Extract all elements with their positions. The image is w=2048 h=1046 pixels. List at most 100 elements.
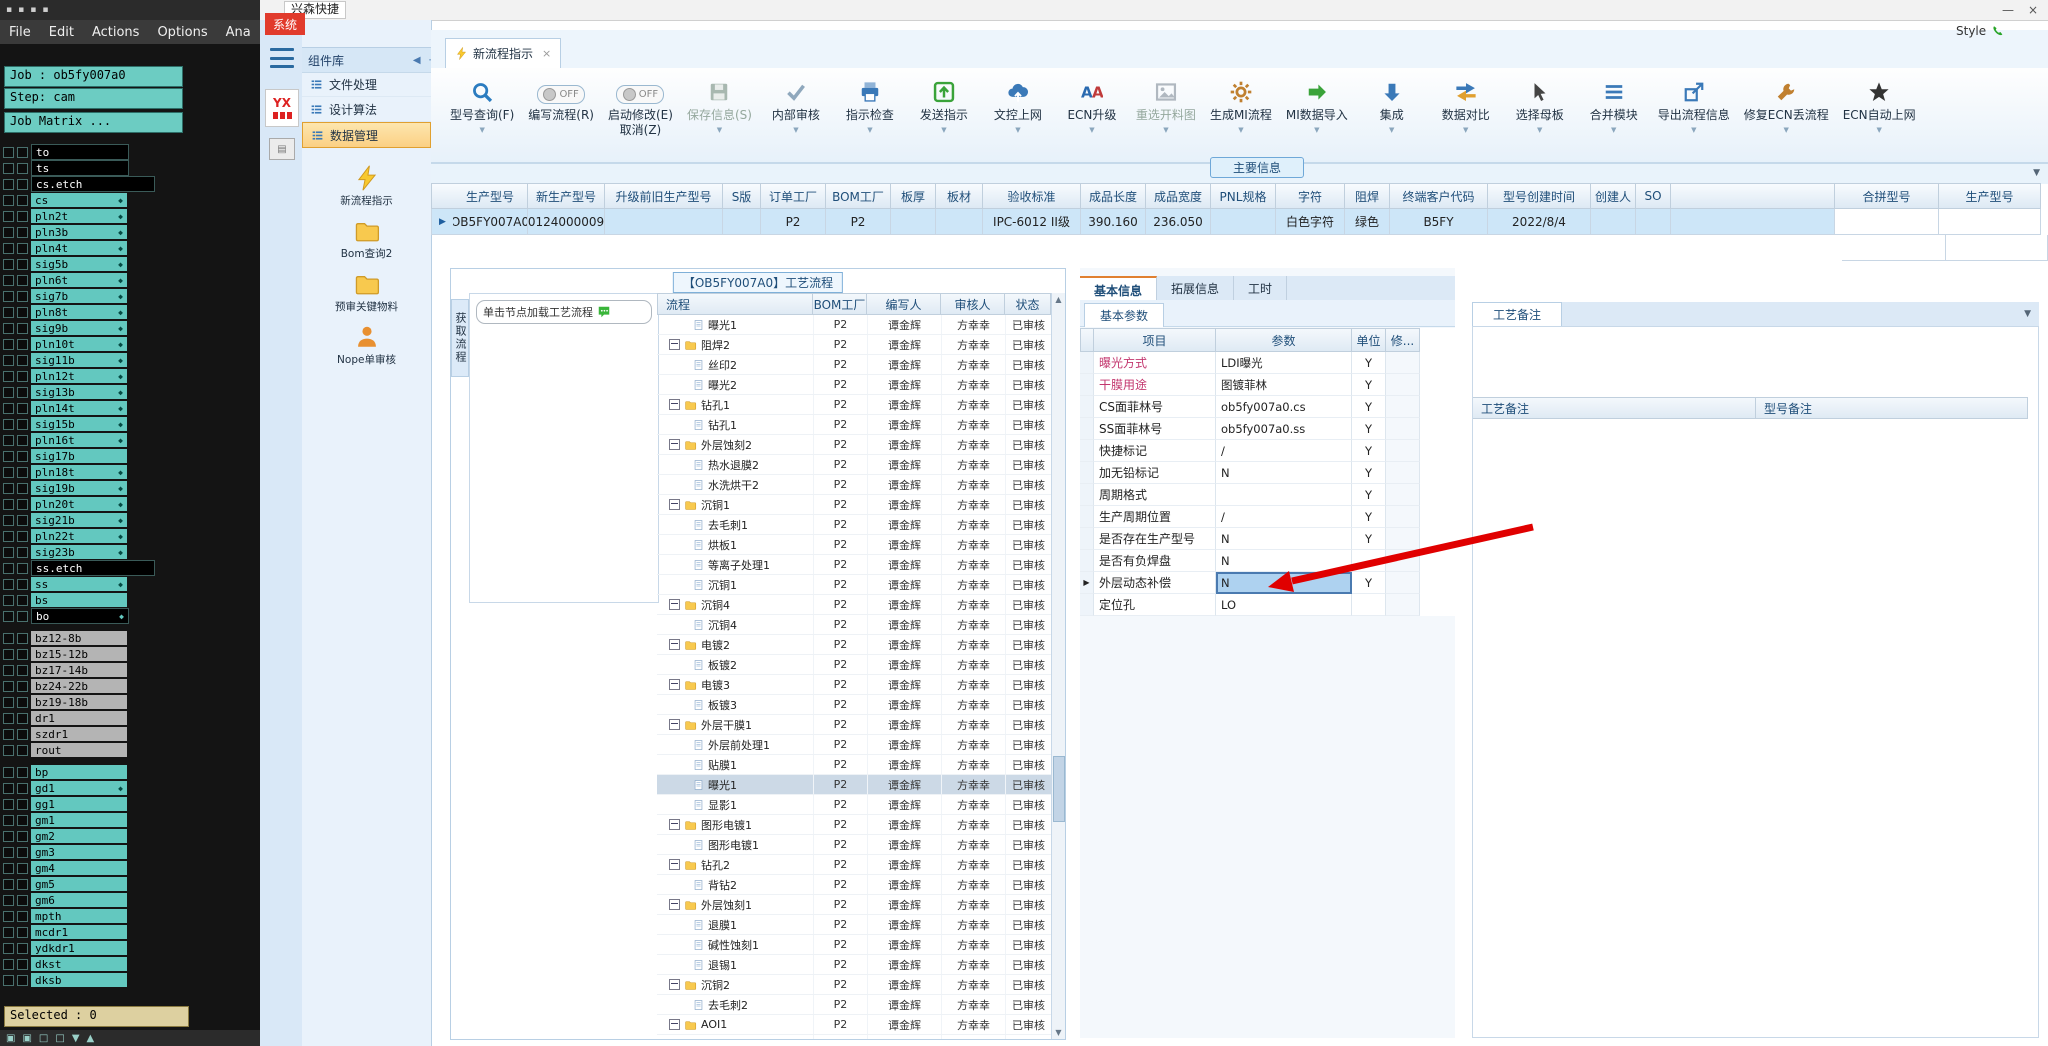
dropdown-arrow-icon[interactable]: ▼ — [1238, 126, 1243, 134]
layer-select-box[interactable] — [3, 814, 14, 826]
cam-menu-actions[interactable]: Actions — [83, 25, 149, 40]
column-header[interactable]: 生产型号 — [1939, 183, 2041, 209]
tree-row[interactable]: 等离子处理1 P2 谭金辉 方幸幸 已审核 — [657, 555, 1051, 575]
statusbar-icon[interactable]: ▼ — [72, 1033, 80, 1044]
cell[interactable]: 2022/8/4 — [1488, 209, 1591, 235]
tree-node[interactable]: 板镀3 — [657, 695, 813, 714]
dropdown-arrow-icon[interactable]: ▼ — [1463, 126, 1468, 134]
layer-visible-box[interactable] — [17, 594, 28, 606]
param-value[interactable]: LO — [1216, 594, 1352, 616]
layer-visible-box[interactable] — [17, 434, 28, 446]
tree-row[interactable]: 曝光2 P2 谭金辉 方幸幸 已审核 — [657, 375, 1051, 395]
toolbar-button[interactable]: 集成 ▼ — [1355, 74, 1429, 136]
off-toggle[interactable]: OFF — [537, 84, 586, 104]
tree-node[interactable]: 阻焊2 — [657, 335, 813, 354]
tree-row[interactable]: 丝印2 P2 谭金辉 方幸幸 已审核 — [657, 355, 1051, 375]
minimize-icon[interactable]: — — [2002, 3, 2014, 17]
layer-row[interactable]: bz19-18b — [0, 694, 260, 710]
layer-row[interactable]: bz12-8b — [0, 630, 260, 646]
tree-node[interactable]: 外层蚀刻1 — [657, 895, 813, 914]
tree-node[interactable]: 板镀2 — [657, 655, 813, 674]
cell[interactable]: 236.050 — [1146, 209, 1211, 235]
column-header[interactable]: S版 — [723, 183, 761, 209]
dropdown-arrow-icon[interactable]: ▼ — [1015, 126, 1020, 134]
tree-node[interactable]: 沉铜1 — [657, 575, 813, 594]
layer-select-box[interactable] — [3, 894, 14, 906]
layer-select-box[interactable] — [3, 290, 14, 302]
layer-select-box[interactable] — [3, 664, 14, 676]
layer-row[interactable]: bp — [0, 764, 260, 780]
column-header[interactable]: 生产型号 — [453, 183, 528, 209]
layer-select-box[interactable] — [3, 162, 14, 174]
layer-row[interactable]: bs — [0, 592, 260, 608]
layer-row[interactable]: bz15-12b — [0, 646, 260, 662]
collapse-box-icon[interactable] — [669, 1019, 680, 1030]
layer-row[interactable]: pln8t ◆ — [0, 304, 260, 320]
layer-visible-box[interactable] — [17, 894, 28, 906]
layer-select-box[interactable] — [3, 418, 14, 430]
layer-visible-box[interactable] — [17, 728, 28, 740]
tree-node[interactable]: 曝光2 — [657, 375, 813, 394]
toolbar-button[interactable]: 型号查询(F) ▼ — [443, 74, 521, 136]
cell[interactable]: B5FY — [1390, 209, 1488, 235]
layer-select-box[interactable] — [3, 498, 14, 510]
param-value[interactable]: N — [1216, 528, 1352, 550]
dropdown-arrow-icon[interactable]: ▼ — [867, 126, 872, 134]
hamburger-menu-icon[interactable] — [270, 48, 294, 68]
layer-visible-box[interactable] — [17, 562, 28, 574]
notes-column-header[interactable]: 型号备注 — [1756, 397, 2028, 419]
collapse-box-icon[interactable] — [669, 599, 680, 610]
collapse-box-icon[interactable] — [669, 679, 680, 690]
param-row[interactable]: ▶ 外层动态补偿 N Y — [1080, 572, 1455, 594]
collapse-box-icon[interactable] — [669, 859, 680, 870]
tree-node[interactable]: 外层前处理1 — [657, 735, 813, 754]
layer-visible-box[interactable] — [17, 648, 28, 660]
scroll-down-icon[interactable]: ▼ — [1052, 1026, 1065, 1039]
tree-node[interactable]: 沉铜2 — [657, 975, 813, 994]
layer-visible-box[interactable] — [17, 482, 28, 494]
layer-select-box[interactable] — [3, 782, 14, 794]
layer-select-box[interactable] — [3, 514, 14, 526]
layer-row[interactable]: pln12t ◆ — [0, 368, 260, 384]
tree-node[interactable]: 钻孔1 — [657, 415, 813, 434]
tree-row[interactable]: 外层干膜1 P2 谭金辉 方幸幸 已审核 — [657, 715, 1051, 735]
collapse-box-icon[interactable] — [669, 499, 680, 510]
toolbar-button[interactable]: 指示检查 ▼ — [833, 74, 907, 136]
tree-row[interactable]: AOI1 P2 谭金辉 方幸幸 已审核 — [657, 1015, 1051, 1035]
scrollbar-thumb[interactable] — [1053, 755, 1065, 822]
toolbar-button[interactable]: 选择母板 ▼ — [1503, 74, 1577, 136]
tree-row[interactable]: 退膜1 P2 谭金辉 方幸幸 已审核 — [657, 915, 1051, 935]
column-header[interactable]: 升级前旧生产型号 — [605, 183, 723, 209]
tree-node[interactable]: 外层AOI1 — [657, 1035, 813, 1040]
tree-row[interactable]: 背钻2 P2 谭金辉 方幸幸 已审核 — [657, 875, 1051, 895]
layer-row[interactable]: gm2 — [0, 828, 260, 844]
layer-select-box[interactable] — [3, 242, 14, 254]
toolbar-button[interactable]: 修复ECN丢流程 ▼ — [1737, 74, 1836, 136]
layer-visible-box[interactable] — [17, 814, 28, 826]
tree-row[interactable]: 贴膜1 P2 谭金辉 方幸幸 已审核 — [657, 755, 1051, 775]
system-tab[interactable]: 系统 — [265, 13, 305, 35]
column-header[interactable] — [1671, 183, 1835, 209]
param-row[interactable]: 是否存在生产型号 N Y — [1080, 528, 1455, 550]
layer-row[interactable]: pln10t ◆ — [0, 336, 260, 352]
param-row[interactable]: 生产周期位置 / Y — [1080, 506, 1455, 528]
param-row[interactable]: 定位孔 LO — [1080, 594, 1455, 616]
param-row[interactable]: 曝光方式 LDI曝光 Y — [1080, 352, 1455, 374]
cell[interactable] — [1636, 209, 1671, 235]
layer-visible-box[interactable] — [17, 910, 28, 922]
column-header[interactable]: 创建人 — [1591, 183, 1636, 209]
sidebar-tool-icon[interactable]: ▤ — [269, 138, 295, 160]
tree-row[interactable]: 外层AOI1 P2谭金辉方幸幸已审核 — [657, 1035, 1051, 1039]
tree-node[interactable]: 沉铜1 — [657, 495, 813, 514]
column-header[interactable]: 合拼型号 — [1835, 183, 1939, 209]
dropdown-arrow-icon[interactable]: ▼ — [479, 126, 484, 134]
param-row[interactable]: 干膜用途 图镀菲林 Y — [1080, 374, 1455, 396]
param-value[interactable]: LDI曝光 — [1216, 352, 1352, 374]
tree-node[interactable]: 贴膜1 — [657, 755, 813, 774]
layer-select-box[interactable] — [3, 178, 14, 190]
layer-row[interactable]: gm1 — [0, 812, 260, 828]
param-value[interactable]: N — [1216, 462, 1352, 484]
dropdown-arrow-icon[interactable]: ▼ — [1089, 126, 1094, 134]
layer-row[interactable]: sig11b ◆ — [0, 352, 260, 368]
cell[interactable]: 白色字符 — [1276, 209, 1345, 235]
